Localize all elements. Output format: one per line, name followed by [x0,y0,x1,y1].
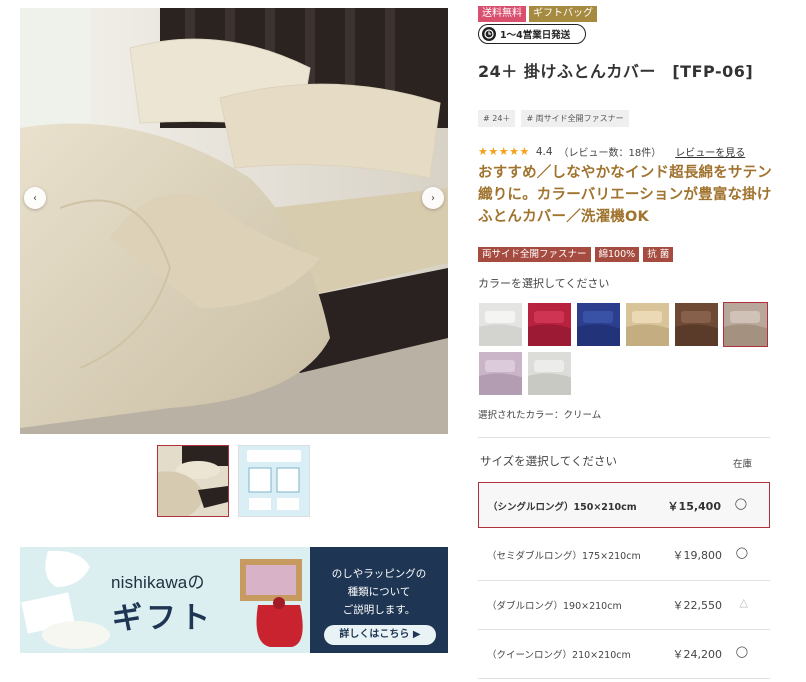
color-swatch-light-gray[interactable] [527,351,572,396]
gift-banner-visual: nishikawaの ギフト [20,547,310,653]
badge-row: 送料無料 ギフトバッグ [478,6,597,22]
feature-cotton: 綿100% [594,247,640,262]
star-rating-icon: ★★★★★ [478,145,530,158]
thumbnail-bedding[interactable] [157,445,229,517]
color-select-label: カラーを選択してください [478,277,610,290]
view-reviews-link[interactable]: レビューを見る [675,144,745,159]
free-shipping-badge: 送料無料 [478,6,526,22]
gift-banner-info: のしやラッピングの 種類について ご説明します。 詳しくはこちら ▶ [310,547,448,653]
rating-row: ★★★★★ 4.4 （レビュー数：18件） レビューを見る [478,144,745,159]
color-swatch-navy[interactable] [576,302,621,347]
tag-24plus[interactable]: # 24＋ [478,110,516,127]
catch-copy: おすすめ／しなやかなインド超長綿をサテン織りに。カラーバリエーションが豊富な掛け… [478,165,772,225]
size-name: （ダブルロング）190×210cm [487,601,622,612]
gift-details-button[interactable]: 詳しくはこちら ▶ [324,625,436,645]
bedding-photo [20,8,448,434]
size-select-label: サイズを選択してください [480,454,617,468]
stock-status-icon: △ [739,596,748,609]
gift-copy-line1: のしやラッピングの [331,568,427,580]
size-option-semi-double-long[interactable]: （セミダブルロング）175×210cm ￥19,800 ◯ [478,532,770,578]
color-swatch-beige[interactable] [625,302,670,347]
divider [478,629,770,630]
tag-list: # 24＋ # 両サイド全開ファスナー [478,110,629,127]
rating-score: 4.4 [535,145,553,158]
size-price: ￥24,200 [672,648,723,661]
size-price: ￥22,550 [672,599,723,612]
selected-color-text: 選択されたカラー：クリーム [478,410,602,421]
product-main-image[interactable] [20,8,448,434]
shipping-text: 1〜4営業日発送 [500,30,571,41]
divider [478,437,770,438]
divider [478,678,770,679]
color-swatch-brown[interactable] [674,302,719,347]
gift-brand-text: nishikawaの [111,573,205,592]
color-swatch-cream[interactable] [723,302,768,347]
color-swatch-red[interactable] [527,302,572,347]
size-price: ￥19,800 [672,549,723,562]
feature-antibacterial: 抗 菌 [643,247,674,262]
size-option-double-long[interactable]: （ダブルロング）190×210cm ￥22,550 △ [478,582,770,628]
size-option-queen-long[interactable]: （クイーンロング）210×210cm ￥24,200 ◯ [478,631,770,677]
color-swatch-lavender[interactable] [478,351,523,396]
tag-zipper[interactable]: # 両サイド全開ファスナー [521,110,629,127]
clock-icon [482,27,496,41]
gift-copy-line3: ご説明します。 [342,604,416,616]
size-price: ￥15,400 [667,500,721,513]
thumbnail-zipper-diagram[interactable] [238,445,310,517]
color-swatch-white[interactable] [478,302,523,347]
thumbnail-strip [157,445,310,517]
divider [478,580,770,581]
shipping-pill: 1〜4営業日発送 [478,24,586,44]
gift-title: ギフト [112,601,214,636]
gift-copy-line2: 種類について [347,586,411,598]
review-count: （レビュー数：18件） [558,148,662,159]
color-swatches [478,302,770,396]
feature-badges: 両サイド全開ファスナー 綿100% 抗 菌 [478,247,674,262]
gift-banner[interactable]: nishikawaの ギフト のしやラッピングの 種類について ご説明します。 … [20,547,448,653]
gift-bag-badge: ギフトバッグ [529,6,597,22]
stock-status-icon: ◯ [735,546,748,559]
size-name: （クイーンロング）210×210cm [487,650,631,661]
product-title: 24＋ 掛けふとんカバー [TFP-06] [478,62,754,81]
stock-status-icon: ◯ [734,497,747,510]
gift-copy: のしやラッピングの 種類について ご説明します。 [310,565,448,619]
gallery-next-button[interactable]: › [422,187,444,209]
size-name: （セミダブルロング）175×210cm [487,551,641,562]
size-option-single-long[interactable]: （シングルロング）150×210cm ￥15,400 ◯ [478,482,770,528]
stock-label: 在庫 [732,459,752,470]
size-name: （シングルロング）150×210cm [488,502,637,513]
feature-zipper: 両サイド全開ファスナー [478,247,591,262]
stock-status-icon: ◯ [735,645,748,658]
gallery-prev-button[interactable]: ‹ [24,187,46,209]
